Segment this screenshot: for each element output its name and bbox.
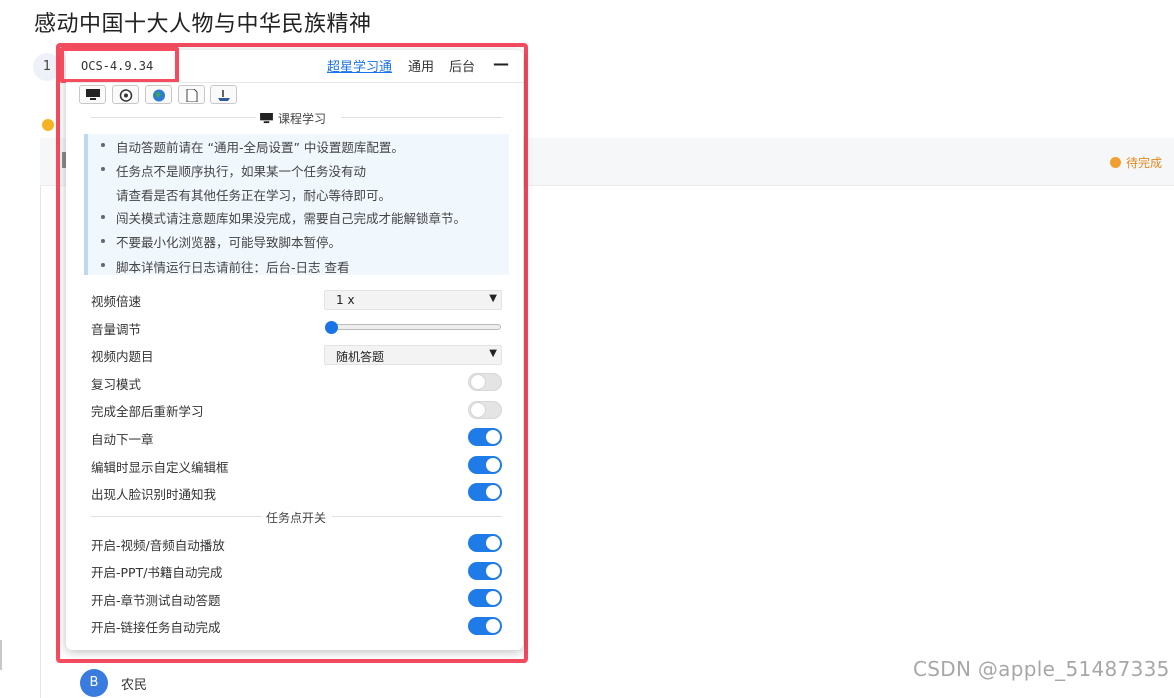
video-question-select[interactable]: 随机答题 ▼ (324, 345, 502, 365)
video-speed-label: 视频倍速 (91, 294, 142, 309)
chevron-down-icon: ▼ (489, 293, 497, 304)
task-link-toggle[interactable] (468, 617, 502, 635)
face-notify-toggle[interactable] (468, 483, 502, 501)
tab-backend[interactable]: 后台 (449, 56, 475, 75)
custom-editor-toggle[interactable] (468, 456, 502, 474)
tab-general[interactable]: 通用 (408, 56, 434, 75)
task-video-label: 开启-视频/音频自动播放 (91, 538, 225, 553)
minimize-button[interactable]: — (493, 54, 509, 73)
task-ppt-toggle[interactable] (468, 562, 502, 580)
chevron-down-icon: ▼ (489, 348, 497, 359)
bullet-icon (101, 215, 105, 219)
tasks-section-title: 任务点开关 (262, 509, 331, 526)
volume-slider-thumb[interactable] (325, 321, 338, 334)
ship-icon (218, 90, 230, 101)
version-label: OCS-4.9.34 (81, 59, 154, 73)
side-divider (0, 640, 2, 670)
course-section-divider: 课程学习 (91, 110, 502, 127)
volume-label: 音量调节 (91, 322, 142, 337)
tab-chaoxing[interactable]: 超星学习通 (327, 56, 392, 75)
auto-next-label: 自动下一章 (91, 432, 154, 447)
watermark: CSDN @apple_51487335 (913, 657, 1170, 681)
notice-item: 脚本详情运行日志请前往：后台-日志 查看 (116, 260, 350, 275)
ship-tool-button[interactable] (210, 85, 237, 104)
custom-editor-label: 编辑时显示自定义编辑框 (91, 460, 229, 475)
gear-icon (119, 89, 133, 102)
video-speed-select[interactable]: 1 x ▼ (324, 290, 502, 310)
notice-item: 闯关模式请注意题库如果没完成，需要自己完成才能解锁章节。 (116, 211, 467, 226)
review-mode-toggle[interactable] (468, 373, 502, 391)
relearn-toggle[interactable] (468, 401, 502, 419)
page-title: 感动中国十大人物与中华民族精神 (34, 12, 372, 37)
clock-icon (1110, 157, 1121, 168)
video-speed-value: 1 x (336, 293, 355, 307)
notice-item: 不要最小化浏览器，可能导致脚本暂停。 (116, 235, 342, 250)
bullet-icon (101, 263, 105, 267)
bullet-icon (101, 239, 105, 243)
monitor-icon (86, 89, 100, 100)
task-link-label: 开启-链接任务自动完成 (91, 620, 221, 635)
volume-slider[interactable] (330, 324, 501, 330)
document-tool-button[interactable] (178, 85, 205, 104)
video-question-value: 随机答题 (336, 350, 385, 364)
tasks-section-divider: 任务点开关 (91, 509, 502, 526)
task-test-label: 开启-章节测试自动答题 (91, 593, 221, 608)
relearn-label: 完成全部后重新学习 (91, 404, 204, 419)
notice-item: 自动答题前请在 “通用-全局设置” 中设置题库配置。 (116, 140, 404, 155)
header-divider (66, 82, 523, 83)
bullet-icon (101, 143, 105, 147)
settings-tool-button[interactable] (112, 85, 139, 104)
avatar[interactable]: B (80, 669, 108, 697)
task-video-toggle[interactable] (468, 534, 502, 552)
review-mode-label: 复习模式 (91, 377, 142, 392)
face-notify-label: 出现人脸识别时通知我 (91, 487, 217, 502)
document-icon (186, 89, 198, 102)
chapter-status-dot-icon (42, 119, 54, 131)
pending-status-label: 待完成 (1126, 156, 1163, 170)
pending-status: 待完成 (1110, 154, 1162, 171)
video-question-label: 视频内题目 (91, 349, 154, 364)
bullet-icon (101, 167, 105, 171)
auto-next-toggle[interactable] (468, 428, 502, 446)
course-section-title: 课程学习 (256, 110, 331, 127)
monitor-tool-button[interactable] (79, 85, 106, 104)
user-name: 农民 (121, 678, 148, 693)
globe-icon (153, 89, 165, 102)
globe-tool-button[interactable] (145, 85, 172, 104)
task-ppt-label: 开启-PPT/书籍自动完成 (91, 565, 223, 580)
monitor-icon (260, 113, 273, 124)
notice-item: 请查看是否有其他任务正在学习，耐心等待即可。 (116, 188, 392, 203)
task-test-toggle[interactable] (468, 589, 502, 607)
notice-item: 任务点不是顺序执行，如果某一个任务没有动 (116, 164, 367, 179)
